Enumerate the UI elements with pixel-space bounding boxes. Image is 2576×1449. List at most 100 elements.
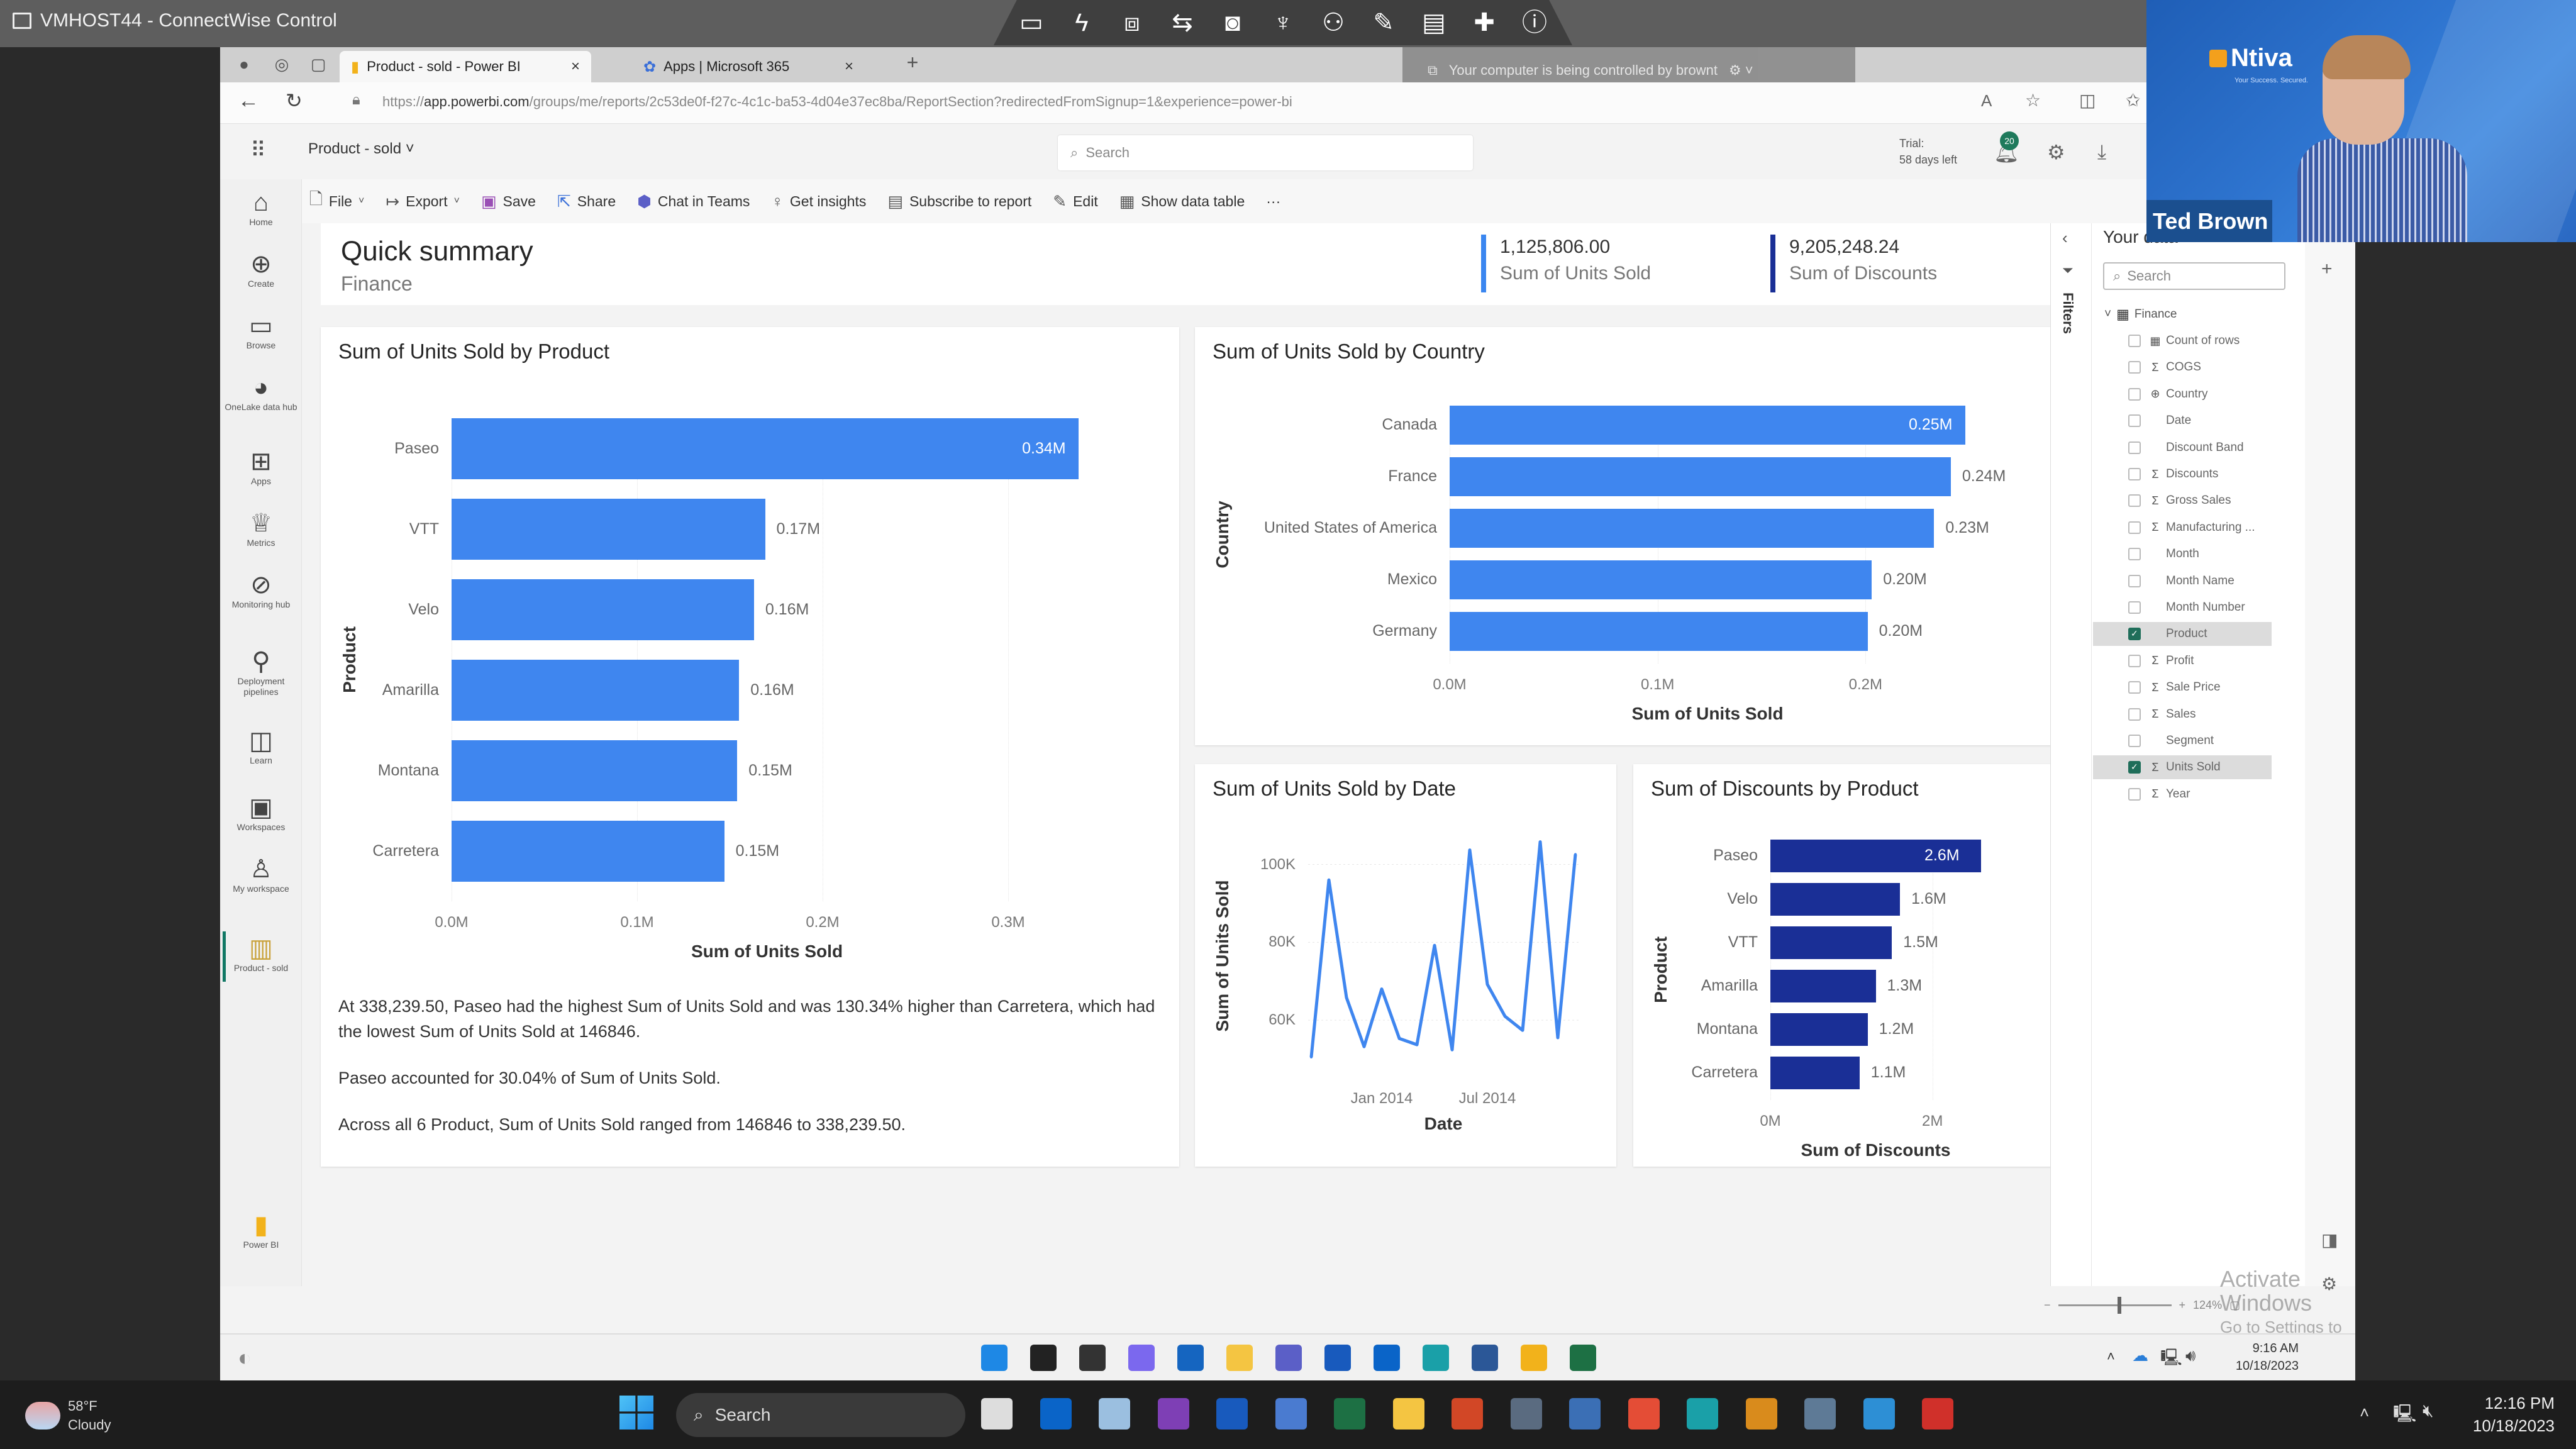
field-checkbox[interactable] [2128,361,2141,374]
host-clock[interactable]: 12:16 PM 10/18/2023 [2473,1392,2555,1437]
zoom-in-icon[interactable]: + [2179,1299,2186,1312]
field-checkbox[interactable] [2128,521,2141,534]
refresh-icon[interactable]: ↻ [286,89,303,113]
store-icon[interactable] [1472,1345,1498,1371]
data-point[interactable] [1416,1043,1418,1046]
connectwise-icon[interactable] [1922,1398,1953,1430]
field-date[interactable]: Date [2093,409,2272,433]
nav-browse[interactable]: ▭ Browse [220,311,302,351]
data-point[interactable] [1380,987,1383,991]
filters-label[interactable]: Filters [2060,292,2076,334]
nav-home[interactable]: ⌂ Home [220,188,302,228]
field-count-of-rows[interactable]: ▦ Count of rows [2093,329,2272,353]
data-point[interactable] [1557,1036,1559,1039]
data-point[interactable] [1398,1037,1401,1040]
powerbi-icon[interactable] [1521,1345,1547,1371]
onedrive-icon[interactable]: ☁ [2132,1346,2148,1365]
nav-onelake[interactable]: ◕ OneLake data hub [220,373,302,413]
field-checkbox[interactable] [2128,494,2141,508]
file-explorer-icon[interactable] [1226,1345,1253,1371]
lightning-icon[interactable]: ϟ [1067,10,1096,35]
nav-create[interactable]: ⊕ Create [220,250,302,289]
data-point[interactable] [1521,1029,1524,1032]
word-icon[interactable] [1324,1345,1351,1371]
bar-carretera[interactable] [452,821,724,882]
photos-icon[interactable] [1177,1345,1204,1371]
taskbar-search[interactable]: ⌕ Search [676,1393,965,1437]
pen-icon[interactable]: ✎ [1369,10,1398,35]
field-year[interactable]: Σ Year [2093,782,2272,806]
split-screen-icon[interactable]: ◫ [2079,90,2096,111]
field-checkbox[interactable] [2128,441,2141,454]
field-checkbox[interactable] [2128,735,2141,747]
bar-germany[interactable] [1450,612,1868,651]
chat-icon[interactable] [1128,1345,1155,1371]
data-point[interactable] [1328,879,1330,882]
tab-actions-icon[interactable]: ▢ [308,55,328,75]
search-input[interactable]: ⌕ Search [1058,135,1473,170]
data-point[interactable] [1468,848,1471,852]
field-product[interactable]: Product [2093,622,2272,647]
field-sales[interactable]: Σ Sales [2093,702,2272,726]
settings-icon[interactable]: ⚙ ˅ [1729,62,1753,79]
data-point[interactable] [1539,840,1541,843]
favorites-bar-icon[interactable]: ✩ [2126,90,2140,111]
data-point[interactable] [1310,1055,1313,1058]
powerpoint-icon[interactable] [1452,1398,1483,1430]
taskview-icon[interactable] [1079,1345,1106,1371]
data-point[interactable] [1451,1048,1453,1052]
data-point[interactable] [1486,983,1489,986]
field-checkbox[interactable] [2128,601,2141,614]
report-name-dropdown[interactable]: Product - sold ˅ [308,140,414,158]
nav-my-workspace[interactable]: ♙ My workspace [220,855,302,894]
transfer-icon[interactable]: ⇆ [1168,10,1197,35]
url-field[interactable]: https://app.powerbi.com/groups/me/report… [382,94,1292,110]
table-node-finance[interactable]: ˅ ▦ Finance [2104,306,2177,323]
bar-amarilla[interactable] [1770,970,1876,1002]
edge-icon[interactable] [1687,1398,1718,1430]
restore-window-icon[interactable] [13,13,31,29]
bar-vtt[interactable] [1770,926,1892,959]
share-button[interactable]: ⇱ Share [557,192,616,211]
tray-expand-icon[interactable]: ˄ [2360,1403,2369,1423]
file-explorer-icon[interactable] [1392,1398,1424,1430]
lock-icon[interactable]: 🔒︎ [352,91,360,109]
filters-pane-collapsed[interactable]: ‹ ⏷ Filters [2050,223,2091,1286]
data-point[interactable] [1504,1014,1506,1018]
field-sale-price[interactable]: Σ Sale Price [2093,675,2272,699]
chart-card-units-by-country[interactable]: Sum of Units Sold by Country Country 0.0M… [1195,327,2063,745]
network-icon[interactable]: 🖳︎ [2393,1401,2416,1431]
bar-paseo[interactable] [452,418,1079,479]
word-icon[interactable] [1216,1398,1248,1430]
bar-velo[interactable] [1770,883,1901,916]
favorite-icon[interactable]: ☆ [2025,90,2041,111]
close-tab-icon[interactable]: × [571,58,580,75]
plus-icon[interactable]: ✚ [1470,10,1499,35]
data-point[interactable] [1363,1045,1365,1048]
monitor-icon[interactable]: ▭ [1017,10,1046,35]
settings-icon[interactable]: ⚙ [2047,140,2065,164]
get-insights-button[interactable]: ♀ Get insights [771,192,866,211]
field-month-number[interactable]: Month Number [2093,596,2272,619]
edit-button[interactable]: ✎ Edit [1053,192,1097,211]
zoom-slider[interactable] [2058,1296,2172,1314]
field-checkbox[interactable] [2128,414,2141,428]
chrome-icon[interactable] [1628,1398,1660,1430]
more-options-button[interactable]: ··· [1266,193,1280,210]
network-icon[interactable]: 🖳︎ [2160,1346,2182,1374]
download-icon[interactable]: ⤓ [2097,140,2106,164]
field-checkbox[interactable] [2128,548,2141,561]
field-checkbox[interactable] [2128,681,2141,694]
photos-icon[interactable] [1099,1398,1130,1430]
field-cogs[interactable]: Σ COGS [2093,355,2272,379]
remote-clock[interactable]: 9:16 AM 10/18/2023 [2236,1340,2299,1375]
bar-canada[interactable] [1450,406,1965,445]
info-icon[interactable]: ⓘ [1520,10,1549,35]
calculator-icon[interactable] [1510,1398,1542,1430]
field-month-name[interactable]: Month Name [2093,569,2272,593]
nav-learn[interactable]: ◫ Learn [220,726,302,766]
kpi-units-sold[interactable]: 1,125,806.00 Sum of Units Sold [1481,235,1651,292]
add-icon[interactable]: + [2321,258,2333,280]
edge-icon[interactable] [1423,1345,1449,1371]
field-manufacturing-[interactable]: Σ Manufacturing ... [2093,516,2272,540]
